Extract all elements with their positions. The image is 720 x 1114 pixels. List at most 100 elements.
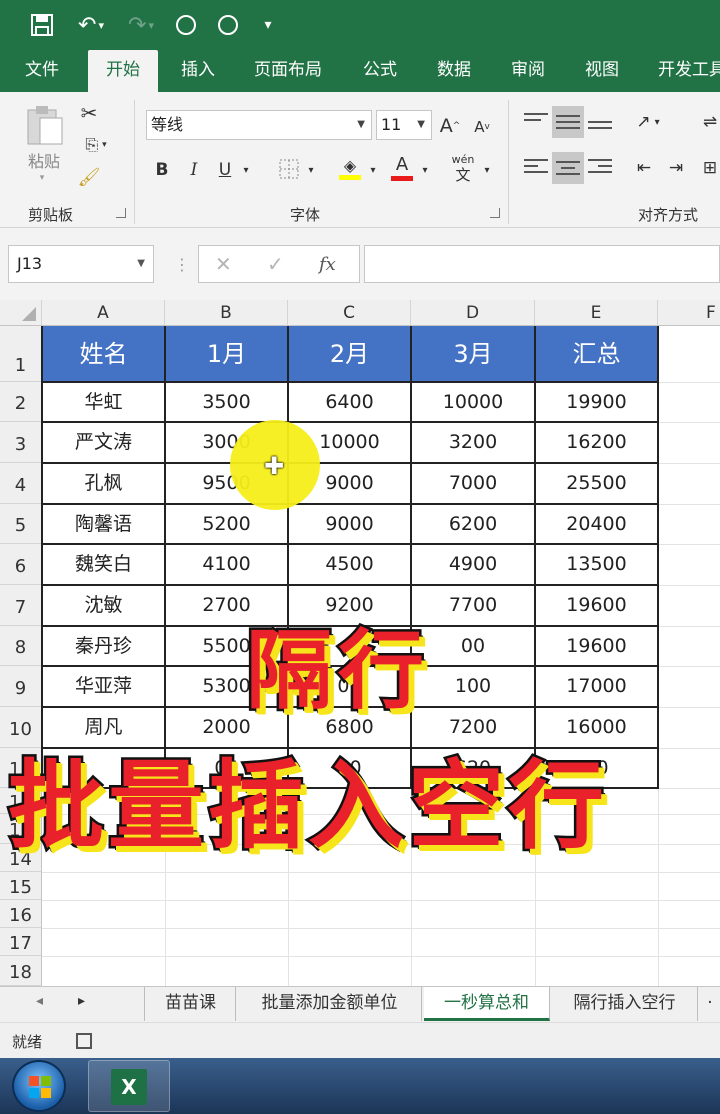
table-cell[interactable]: 魏笑白 (42, 544, 165, 585)
fill-color-dropdown-icon[interactable]: ▾ (366, 156, 380, 184)
table-cell[interactable]: 9000 (288, 504, 411, 544)
tab-insert[interactable]: 插入 (166, 50, 230, 92)
align-bottom-icon[interactable] (586, 108, 614, 136)
decrease-indent-icon[interactable]: ⇤ (630, 154, 658, 182)
table-cell[interactable]: 6400 (288, 382, 411, 422)
table-cell[interactable]: 19600 (535, 626, 658, 666)
row-header[interactable]: 15 (0, 872, 42, 900)
sheet-tab-active[interactable]: 一秒算总和 (424, 987, 550, 1021)
row-header[interactable]: 4 (0, 463, 42, 504)
italic-button[interactable]: I (182, 156, 206, 184)
table-cell[interactable]: 华虹 (42, 382, 165, 422)
start-button[interactable] (12, 1060, 66, 1112)
phonetic-dropdown-icon[interactable]: ▾ (480, 156, 494, 184)
table-cell[interactable]: 严文涛 (42, 422, 165, 463)
tab-developer[interactable]: 开发工具 (648, 50, 720, 92)
bold-button[interactable]: B (150, 156, 174, 184)
name-box[interactable]: J13 ▼ (8, 245, 154, 283)
table-header-cell[interactable]: 汇总 (535, 326, 658, 382)
clipboard-launcher-icon[interactable] (116, 208, 126, 218)
row-header[interactable]: 18 (0, 956, 42, 986)
table-cell[interactable]: 19900 (535, 382, 658, 422)
font-color-button[interactable]: A (388, 150, 416, 184)
cut-icon[interactable]: ✂ (76, 100, 102, 126)
row-header[interactable]: 6 (0, 544, 42, 585)
scroll-left-icon[interactable]: ◂ (36, 993, 43, 1009)
column-header[interactable]: F (658, 300, 720, 326)
table-cell[interactable]: 20400 (535, 504, 658, 544)
row-header[interactable]: 9 (0, 666, 42, 707)
table-cell[interactable]: 陶馨语 (42, 504, 165, 544)
increase-indent-icon[interactable]: ⇥ (662, 154, 690, 182)
fill-color-icon[interactable]: ◈ (336, 152, 364, 184)
align-center-icon[interactable] (552, 152, 584, 184)
paste-dropdown-icon[interactable]: ▾ (36, 172, 48, 184)
phonetic-guide-button[interactable]: wén 文 (448, 152, 478, 186)
table-cell[interactable]: 16200 (535, 422, 658, 463)
font-name-combo[interactable]: 等线 ▼ (146, 110, 372, 140)
align-top-icon[interactable] (522, 108, 550, 136)
select-all-corner[interactable] (0, 300, 42, 326)
sheet-tab[interactable]: 苗苗课 (146, 987, 236, 1021)
row-header[interactable]: 5 (0, 504, 42, 544)
merge-center-icon[interactable]: ⊞ (700, 154, 720, 182)
table-cell[interactable]: 4900 (411, 544, 535, 585)
tab-home[interactable]: 开始 (88, 50, 158, 92)
table-cell[interactable]: 6200 (411, 504, 535, 544)
table-cell[interactable]: 孔枫 (42, 463, 165, 504)
row-header[interactable]: 3 (0, 422, 42, 463)
row-header[interactable]: 1 (0, 326, 42, 382)
table-cell[interactable]: 17000 (535, 666, 658, 707)
wrap-text-icon[interactable]: ⇌ (700, 108, 720, 136)
table-cell[interactable]: 19600 (535, 585, 658, 626)
save-icon[interactable] (28, 9, 56, 41)
sheet-tab[interactable]: 批量添加金额单位 (238, 987, 422, 1021)
table-header-cell[interactable]: 姓名 (42, 326, 165, 382)
tab-review[interactable]: 审阅 (498, 50, 558, 92)
circle-icon[interactable] (216, 9, 240, 41)
table-cell[interactable]: 25500 (535, 463, 658, 504)
table-cell[interactable]: 5200 (165, 504, 288, 544)
row-header[interactable]: 16 (0, 900, 42, 928)
copy-icon[interactable]: ⎘ ▾ (76, 132, 116, 158)
borders-dropdown-icon[interactable]: ▾ (304, 156, 318, 184)
undo-icon[interactable]: ↶ ▾ (70, 9, 112, 41)
column-header[interactable]: B (165, 300, 288, 326)
circle-icon[interactable] (174, 9, 198, 41)
tab-view[interactable]: 视图 (572, 50, 632, 92)
table-cell[interactable]: 7000 (411, 463, 535, 504)
enter-icon[interactable]: ✓ (267, 252, 284, 276)
macro-record-icon[interactable] (76, 1033, 92, 1049)
align-left-icon[interactable] (522, 154, 550, 182)
orientation-icon[interactable]: ↗ ▾ (626, 108, 670, 136)
sheet-tab[interactable]: 隔行插入空行 (552, 987, 698, 1021)
align-right-icon[interactable] (586, 154, 614, 182)
table-header-cell[interactable]: 2月 (288, 326, 411, 382)
underline-button[interactable]: U (214, 156, 236, 184)
tab-formulas[interactable]: 公式 (350, 50, 410, 92)
sheet-tab-more[interactable]: · (700, 987, 720, 1021)
excel-taskbar-button[interactable]: X (88, 1060, 170, 1112)
table-cell[interactable]: 10000 (411, 382, 535, 422)
column-header[interactable]: A (42, 300, 165, 326)
row-header[interactable]: 17 (0, 928, 42, 956)
paste-icon[interactable] (22, 104, 66, 148)
row-header[interactable]: 2 (0, 382, 42, 422)
column-header[interactable]: D (411, 300, 535, 326)
row-header[interactable]: 7 (0, 585, 42, 626)
format-painter-icon[interactable]: 🖌 (76, 164, 102, 190)
column-header[interactable]: C (288, 300, 411, 326)
table-cell[interactable]: 3500 (165, 382, 288, 422)
table-cell[interactable]: 4500 (288, 544, 411, 585)
paste-button-label[interactable]: 粘贴 (22, 148, 66, 172)
table-cell[interactable]: 3200 (411, 422, 535, 463)
table-cell[interactable]: 4100 (165, 544, 288, 585)
tab-page-layout[interactable]: 页面布局 (246, 50, 330, 92)
tab-file[interactable]: 文件 (10, 50, 74, 92)
customize-qat-icon[interactable]: ▾ (258, 9, 278, 41)
cancel-icon[interactable]: ✕ (215, 252, 232, 276)
table-cell[interactable]: 沈敏 (42, 585, 165, 626)
scroll-right-icon[interactable]: ▸ (78, 993, 85, 1009)
borders-icon[interactable] (276, 154, 302, 184)
table-cell[interactable]: 13500 (535, 544, 658, 585)
